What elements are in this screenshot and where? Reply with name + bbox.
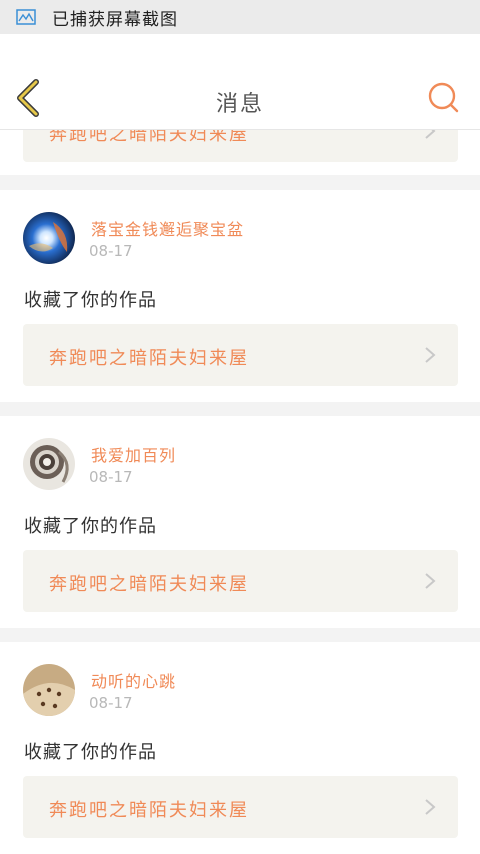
work-title: 奔跑吧之暗陌夫妇来屋 xyxy=(49,800,249,821)
date: 08-17 xyxy=(89,468,133,486)
message-item: 动听的心跳 08-17 收藏了你的作品 奔跑吧之暗陌夫妇来屋 xyxy=(0,642,480,854)
action-text: 收藏了你的作品 xyxy=(24,290,157,311)
screen: 已捕获屏幕截图 消息 奔跑吧之暗陌夫妇来屋 落宝金钱邂逅聚宝盆 08-17 收藏… xyxy=(0,0,480,854)
work-title: 奔跑吧之暗陌夫妇来屋 xyxy=(49,574,249,595)
action-text: 收藏了你的作品 xyxy=(24,516,157,537)
username[interactable]: 落宝金钱邂逅聚宝盆 xyxy=(91,216,244,240)
avatar[interactable] xyxy=(23,664,75,716)
avatar[interactable] xyxy=(23,212,75,264)
chevron-right-icon xyxy=(425,799,436,815)
status-bar: 已捕获屏幕截图 xyxy=(0,0,480,34)
screenshot-icon xyxy=(16,9,36,25)
username[interactable]: 我爱加百列 xyxy=(91,442,176,466)
avatar[interactable] xyxy=(23,438,75,490)
date: 08-17 xyxy=(89,242,133,260)
header: 消息 xyxy=(0,34,480,130)
status-text: 已捕获屏幕截图 xyxy=(52,9,178,30)
work-link[interactable]: 奔跑吧之暗陌夫妇来屋 xyxy=(23,324,458,386)
work-title: 奔跑吧之暗陌夫妇来屋 xyxy=(49,348,249,369)
chevron-right-icon xyxy=(425,573,436,589)
message-item: 落宝金钱邂逅聚宝盆 08-17 收藏了你的作品 奔跑吧之暗陌夫妇来屋 xyxy=(0,190,480,402)
date: 08-17 xyxy=(89,694,133,712)
search-icon[interactable] xyxy=(426,81,460,115)
page-title: 消息 xyxy=(215,92,264,117)
list-item: 奔跑吧之暗陌夫妇来屋 xyxy=(0,100,480,175)
chevron-right-icon xyxy=(425,347,436,363)
work-link[interactable]: 奔跑吧之暗陌夫妇来屋 xyxy=(23,776,458,838)
username[interactable]: 动听的心跳 xyxy=(91,668,176,692)
message-item: 我爱加百列 08-17 收藏了你的作品 奔跑吧之暗陌夫妇来屋 xyxy=(0,416,480,628)
work-link[interactable]: 奔跑吧之暗陌夫妇来屋 xyxy=(23,550,458,612)
action-text: 收藏了你的作品 xyxy=(24,742,157,763)
